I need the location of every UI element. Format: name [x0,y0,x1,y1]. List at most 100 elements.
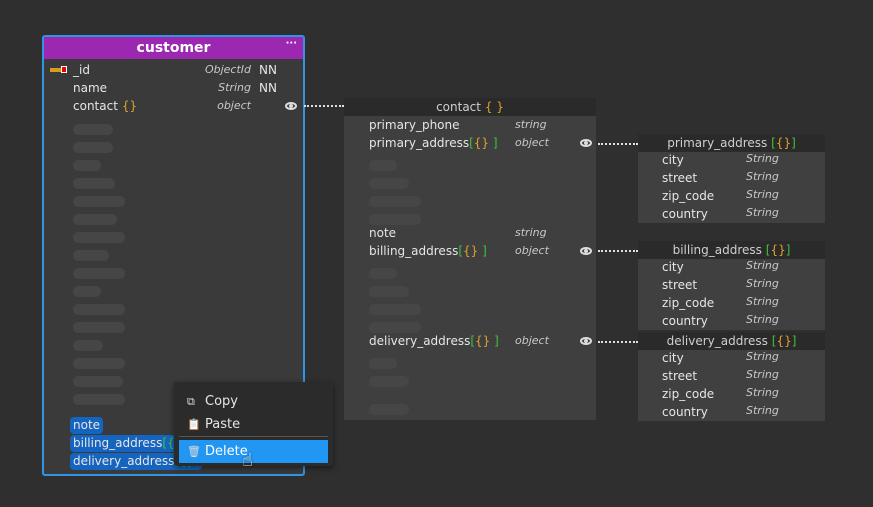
eye-icon[interactable] [285,102,297,110]
field-row[interactable]: primary_address[{} ] [369,134,498,152]
brace: {} [121,99,138,113]
field-name[interactable]: country [662,205,708,223]
field-type: ObjectId [204,63,251,76]
primary-key-icon [50,66,67,73]
field-type: String [746,170,779,183]
brace: ] [490,334,499,348]
field-name: name [73,81,108,95]
field-type: string [515,226,547,239]
brace: ] [489,136,498,150]
subdoc-header[interactable]: primary_address [{}] [638,134,825,152]
connector-line [598,341,638,343]
collection-title: customer [136,40,211,56]
field-type: String [218,81,251,94]
customer-header[interactable]: customer ··· [44,37,303,59]
subdocument-box[interactable]: billing_address [{}] city String street Stri… [638,241,825,330]
collapsed-field-placeholder [369,178,409,189]
collapsed-field-placeholder [369,376,409,387]
field-name[interactable]: zip_code [662,187,714,205]
menu-item-label: Copy [205,394,238,409]
brace: {} [775,136,792,150]
brace: ] [478,244,487,258]
menu-item-delete[interactable]: 🗑 Delete [179,440,328,463]
field-type: String [746,350,779,363]
contact-header[interactable]: contact { } [344,98,596,116]
brace: {} [463,244,479,258]
collapsed-field-placeholder [73,124,113,135]
eye-icon[interactable] [580,139,592,147]
brace: { } [484,100,504,114]
field-row[interactable]: _id [73,61,90,79]
field-name: _id [73,63,90,77]
field-row[interactable]: billing_address[{} ] [369,242,487,260]
field-name[interactable]: city [662,258,684,276]
collapsed-field-placeholder [369,286,409,297]
field-name[interactable]: zip_code [662,294,714,312]
field-name: billing_address [369,244,459,258]
collapsed-field-placeholder [73,376,123,387]
field-type: String [746,259,779,272]
subdoc-title: billing_address [672,243,762,257]
field-type: String [746,404,779,417]
field-type: String [746,368,779,381]
subdocument-box[interactable]: primary_address [{}] city String street Stri… [638,134,825,223]
brace: {} [473,136,490,150]
context-menu[interactable]: ⧉ Copy 📋 Paste 🗑 Delete [174,382,333,466]
subdoc-header[interactable]: billing_address [{}] [638,241,825,259]
field-name[interactable]: zip_code [662,385,714,403]
collapsed-field-placeholder [73,142,113,153]
collapsed-field-placeholder [369,322,421,333]
connector-line [304,105,344,107]
field-type: object [515,244,549,257]
collapsed-field-placeholder [369,214,421,225]
field-type: object [217,99,251,112]
field-type: String [746,188,779,201]
selected-field[interactable]: billing_address[{}] [70,435,190,452]
field-name[interactable]: street [662,276,697,294]
collapsed-field-placeholder [369,196,421,207]
brace: ] [785,243,791,257]
field-type: String [746,386,779,399]
field-name[interactable]: city [662,151,684,169]
collapsed-field-placeholder [73,178,115,189]
brace: {} [776,334,792,348]
field-name[interactable]: street [662,367,697,385]
field-name[interactable]: country [662,312,708,330]
subdoc-title: delivery_address [666,334,768,348]
collapsed-field-placeholder [73,304,125,315]
field-name[interactable]: street [662,169,697,187]
subdoc-header[interactable]: delivery_address [{}] [638,332,825,350]
collapsed-field-placeholder [369,358,397,369]
not-null-flag: NN [259,81,277,95]
field-name: primary_phone [369,118,460,132]
brace: ] [791,334,797,348]
collapsed-field-placeholder [73,250,109,261]
field-row[interactable]: name [73,79,107,97]
field-type: object [515,334,549,347]
copy-icon: ⧉ [187,395,195,408]
field-name[interactable]: city [662,349,684,367]
contact-subdocument-box[interactable]: contact { } primary_phonestring primary_a… [344,98,596,420]
collapsed-field-placeholder [73,160,101,171]
field-row[interactable]: delivery_address[{} ] [369,332,499,350]
trash-icon: 🗑 [187,445,201,458]
field-type: String [746,313,779,326]
field-type: String [746,206,779,219]
ellipsis-icon[interactable]: ··· [286,33,297,55]
field-row[interactable]: contact{} [73,97,137,115]
field-type: object [515,136,549,149]
field-row[interactable]: note [369,224,396,242]
brace: {} [770,243,786,257]
selected-field[interactable]: note [70,417,104,434]
menu-item-copy[interactable]: ⧉ Copy [179,390,328,413]
field-row[interactable]: primary_phone [369,116,460,134]
collapsed-field-placeholder [73,196,125,207]
subdocument-box[interactable]: delivery_address [{}] city String street Str… [638,332,825,421]
eye-icon[interactable] [580,337,592,345]
brace: {} [475,334,491,348]
field-name[interactable]: country [662,403,708,421]
eye-icon[interactable] [580,247,592,255]
field-name: delivery_address [73,454,175,468]
subdoc-title: primary_address [667,136,768,150]
menu-item-paste[interactable]: 📋 Paste [179,413,328,436]
